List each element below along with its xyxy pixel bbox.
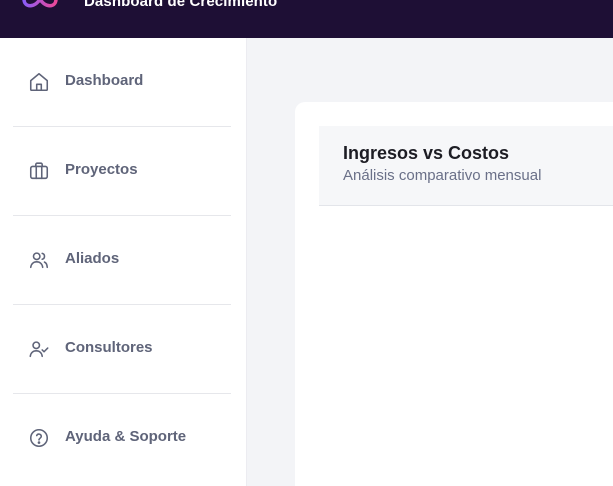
home-icon — [28, 71, 50, 93]
chart-card-header: Ingresos vs Costos Análisis comparativo … — [319, 126, 613, 206]
sidebar: Dashboard Proyectos Aliados Consultores … — [0, 38, 247, 486]
briefcase-icon — [28, 160, 50, 182]
users-icon — [28, 249, 50, 271]
chart-card: Ingresos vs Costos Análisis comparativo … — [295, 102, 613, 486]
sidebar-item-label: Dashboard — [65, 72, 144, 89]
sidebar-item-label: Aliados — [65, 250, 120, 267]
sidebar-item-consultores[interactable]: Consultores — [13, 305, 231, 394]
top-bar: Dashboard de Crecimiento — [0, 0, 613, 38]
sidebar-item-label: Consultores — [65, 339, 153, 356]
sidebar-item-dashboard[interactable]: Dashboard — [13, 38, 231, 127]
help-circle-icon — [28, 427, 50, 449]
sidebar-item-ayuda-soporte[interactable]: Ayuda & Soporte — [13, 394, 231, 483]
infinity-logo-icon[interactable] — [20, 0, 60, 12]
sidebar-item-aliados[interactable]: Aliados — [13, 216, 231, 305]
user-check-icon — [28, 338, 50, 360]
sidebar-item-proyectos[interactable]: Proyectos — [13, 127, 231, 216]
sidebar-item-label: Ayuda & Soporte — [65, 428, 187, 445]
chart-card-title: Ingresos vs Costos — [343, 143, 510, 163]
sidebar-item-label: Proyectos — [65, 161, 138, 178]
chart-card-subtitle: Análisis comparativo mensual — [343, 167, 542, 184]
app-title: Dashboard de Crecimiento — [84, 0, 278, 10]
